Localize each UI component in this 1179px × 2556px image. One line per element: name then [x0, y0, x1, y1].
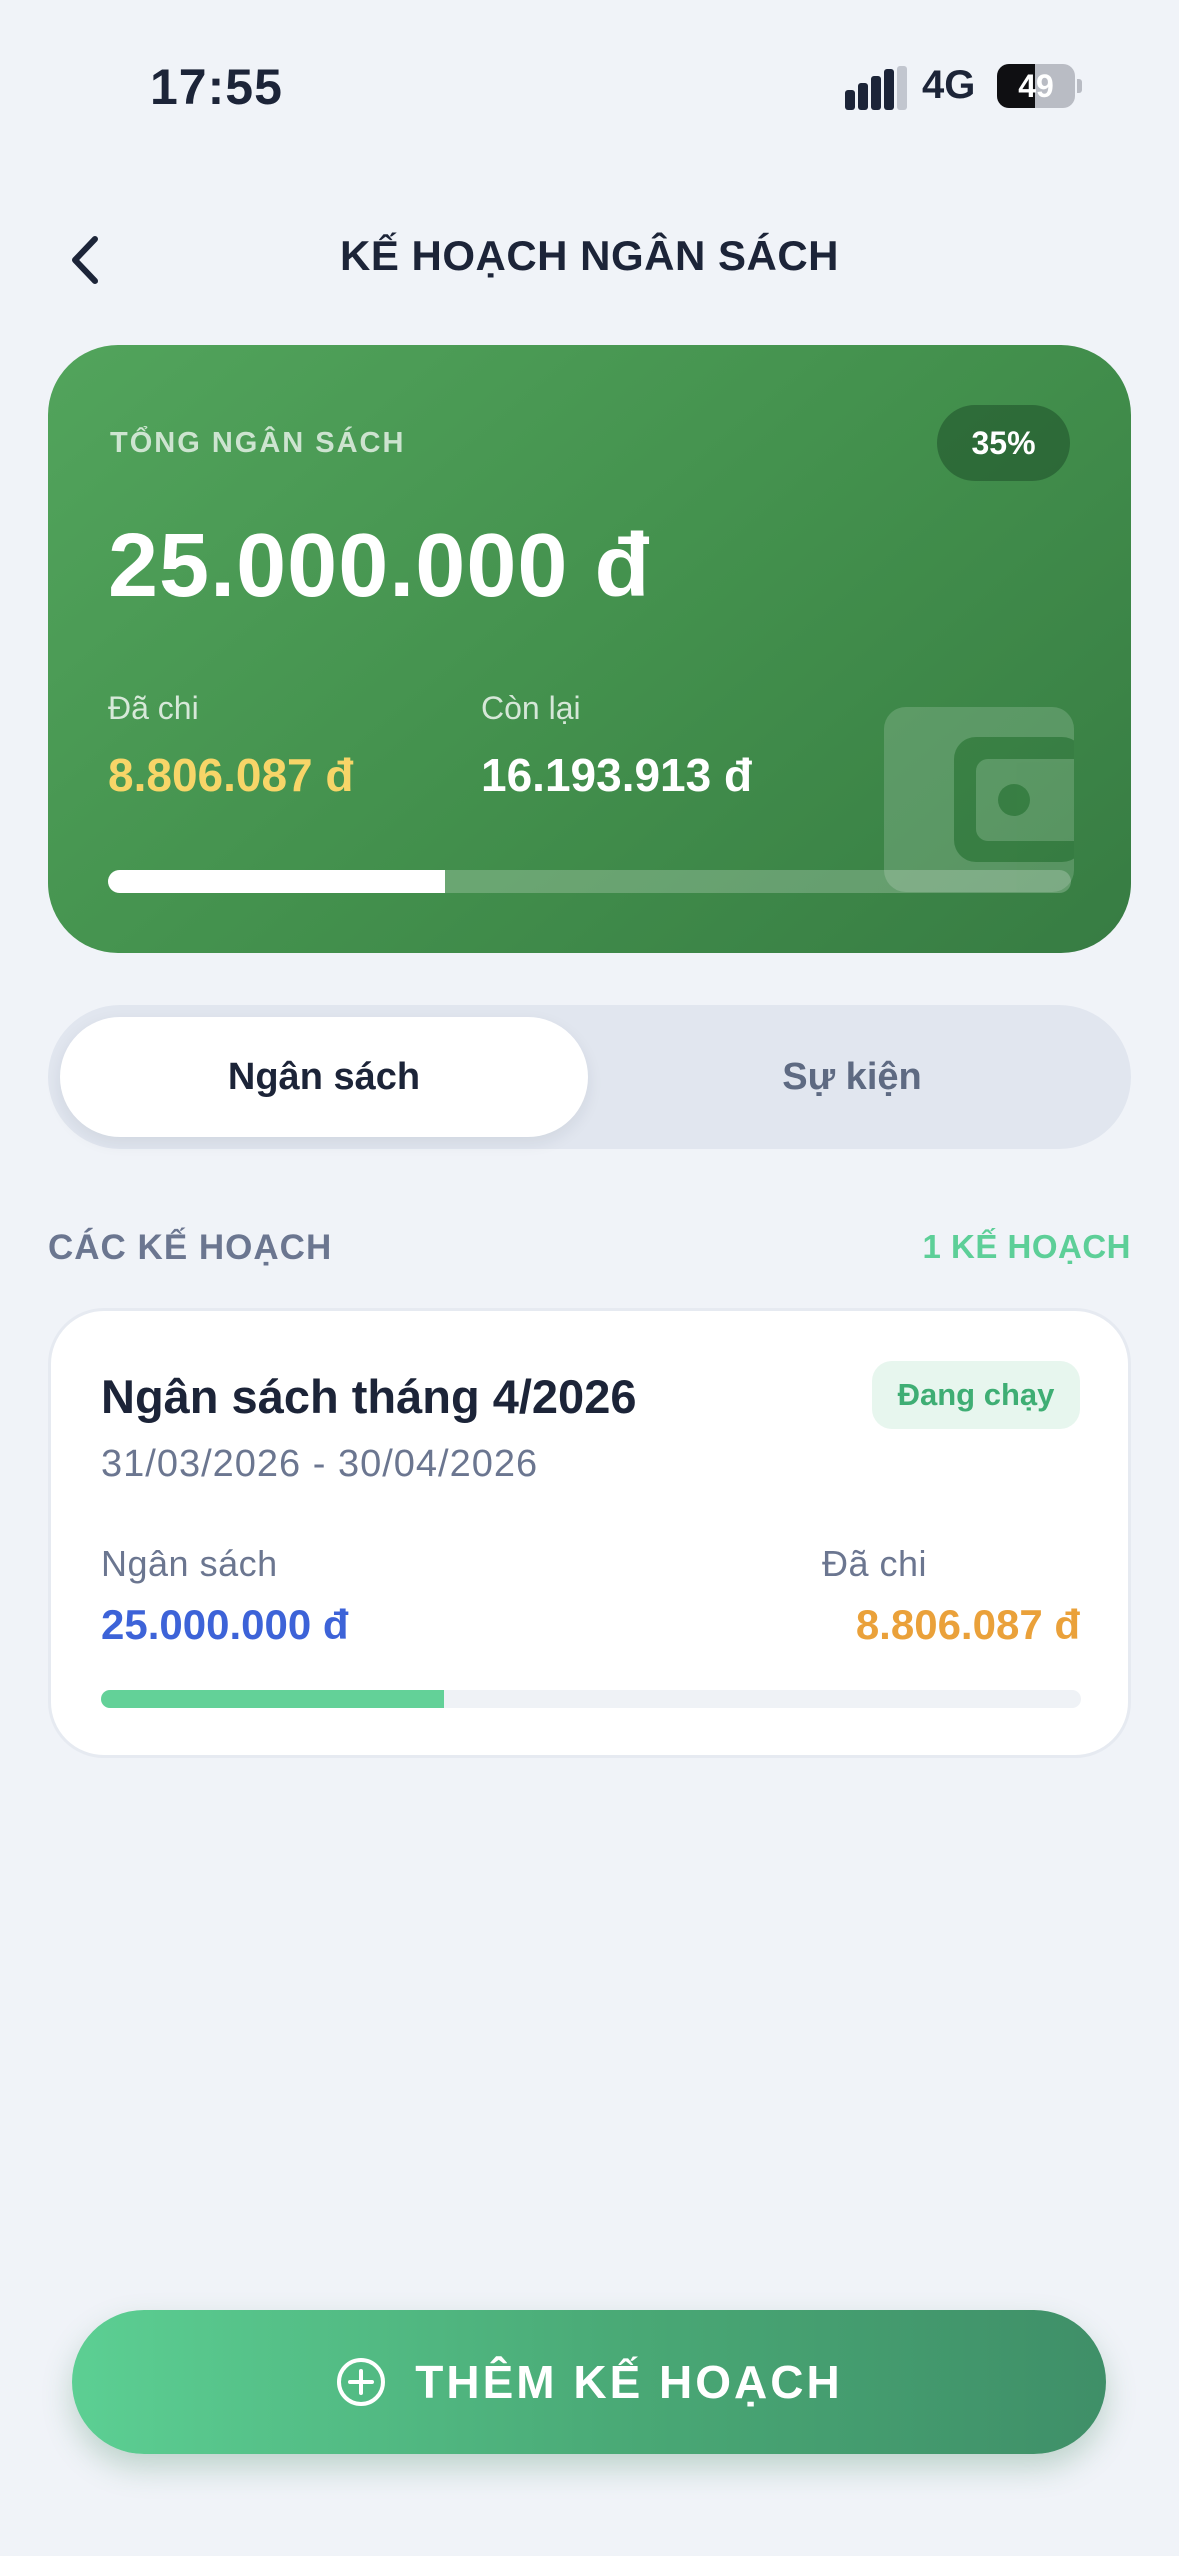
tab-budget[interactable]: Ngân sách: [60, 1017, 588, 1137]
remaining-value: 16.193.913 đ: [481, 749, 753, 801]
percent-badge: 35%: [937, 405, 1070, 481]
section-title: CÁC KẾ HOẠCH: [48, 1228, 333, 1267]
status-badge: Đang chạy: [872, 1361, 1080, 1429]
plan-name: Ngân sách tháng 4/2026: [101, 1370, 637, 1423]
plan-spent-label: Đã chi: [822, 1543, 928, 1584]
plan-budget-value: 25.000.000 đ: [101, 1601, 349, 1648]
battery-percent: 49: [1018, 68, 1054, 104]
plan-date-range: 31/03/2026 - 30/04/2026: [101, 1443, 539, 1485]
add-plan-label: THÊM KẾ HOẠCH: [415, 2356, 843, 2408]
status-bar: 17:55 4G 49: [0, 0, 1179, 175]
network-type: 4G: [922, 63, 976, 107]
plus-circle-icon: [337, 2358, 386, 2406]
total-budget-card: TỔNG NGÂN SÁCH 35% 25.000.000 đ Đã chi 8…: [48, 345, 1131, 953]
spent-label: Đã chi: [108, 690, 199, 726]
page-title: KẾ HOẠCH NGÂN SÁCH: [339, 232, 839, 279]
add-plan-button[interactable]: THÊM KẾ HOẠCH: [72, 2310, 1106, 2454]
segmented-tabs: Ngân sách Sự kiện: [48, 1005, 1131, 1149]
plan-progress: [101, 1690, 1081, 1708]
plan-spent-value: 8.806.087 đ: [855, 1601, 1080, 1648]
plan-budget-label: Ngân sách: [101, 1543, 278, 1584]
signal-icon: [845, 66, 907, 110]
total-budget-label: TỔNG NGÂN SÁCH: [110, 427, 406, 459]
total-budget-amount: 25.000.000 đ: [108, 516, 651, 616]
tab-events[interactable]: Sự kiện: [588, 1017, 1116, 1137]
status-time: 17:55: [150, 59, 283, 115]
total-budget-progress: [108, 870, 1071, 893]
battery-icon: 49: [997, 64, 1082, 108]
wallet-icon: [884, 707, 1074, 892]
plan-count: 1 KẾ HOẠCH: [922, 1228, 1131, 1265]
plan-card[interactable]: Ngân sách tháng 4/2026 Đang chạy 31/03/2…: [48, 1308, 1131, 1758]
budget-plan-screen: 17:55 4G 49 KẾ HOẠCH NGÂN SÁCH TỔNG NGÂN…: [0, 0, 1179, 2556]
remaining-label: Còn lại: [481, 690, 581, 726]
spent-value: 8.806.087 đ: [108, 749, 354, 801]
